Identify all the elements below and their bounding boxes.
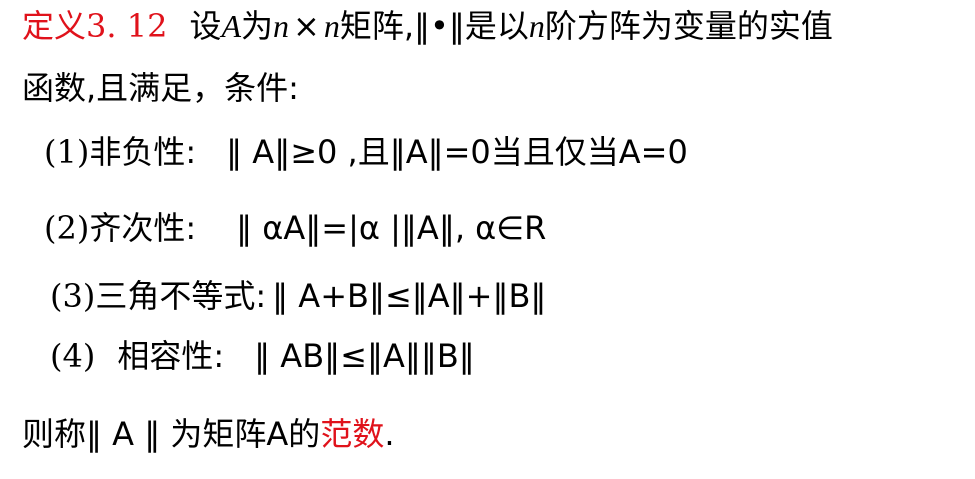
matrix-symbol-a: A — [221, 8, 241, 44]
condition-number: (3) — [50, 277, 96, 315]
text-wei: 为 — [241, 7, 274, 45]
definition-label: 定义3. 12 — [22, 7, 168, 45]
condition-number: (1) — [44, 133, 90, 171]
norm-term: 范数 — [320, 415, 385, 453]
condition-name: 非负性: — [89, 133, 197, 171]
definition-line-2: 函数,且满足，条件: — [22, 69, 299, 107]
times-symbol: × — [293, 7, 320, 45]
dim-n-1: n — [273, 8, 290, 44]
norm-symbol: ‖•‖ — [414, 7, 465, 45]
condition-name: 三角不等式: — [95, 277, 267, 315]
condition-name: 相容性: — [117, 337, 225, 375]
condition-formula: ‖ AB‖≤‖A‖‖B‖ — [254, 337, 475, 375]
text-matrix: 矩阵, — [339, 7, 415, 45]
condition-4: (4) 相容性: ‖ AB‖≤‖A‖‖B‖ — [50, 336, 475, 376]
condition-formula: ‖ A+B‖≤‖A‖+‖B‖ — [272, 277, 547, 315]
conclusion-line: 则称‖ A ‖ 为矩阵A的范数. — [22, 414, 395, 454]
condition-number: (4) — [50, 337, 96, 375]
condition-3: (3)三角不等式: ‖ A+B‖≤‖A‖+‖B‖ — [50, 276, 546, 316]
text-end: 阶方阵为变量的实值 — [544, 7, 833, 45]
slide: { "definition": { "label": "定义3. 12", "t… — [0, 0, 975, 479]
condition-2: (2)齐次性: ‖ αA‖=|α |‖A‖, α∈R — [44, 208, 546, 248]
text-mid: 是以 — [464, 7, 529, 45]
text-prefix: 设 — [189, 7, 222, 45]
conclusion-prefix: 则称‖ A ‖ 为矩阵A的 — [22, 415, 321, 453]
condition-1: (1)非负性: ‖ A‖≥0 ,且‖A‖=0当且仅当A=0 — [44, 132, 688, 172]
definition-line-1: 定义3. 12 设A为n × n矩阵,‖•‖是以n阶方阵为变量的实值 — [22, 6, 833, 46]
condition-name: 齐次性: — [89, 209, 197, 247]
condition-formula: ‖ A‖≥0 ,且‖A‖=0当且仅当A=0 — [226, 133, 688, 171]
dim-n-3: n — [528, 8, 545, 44]
conclusion-suffix: . — [384, 415, 395, 453]
dim-n-2: n — [323, 8, 340, 44]
condition-number: (2) — [44, 209, 90, 247]
condition-formula: ‖ αA‖=|α |‖A‖, α∈R — [236, 209, 547, 247]
